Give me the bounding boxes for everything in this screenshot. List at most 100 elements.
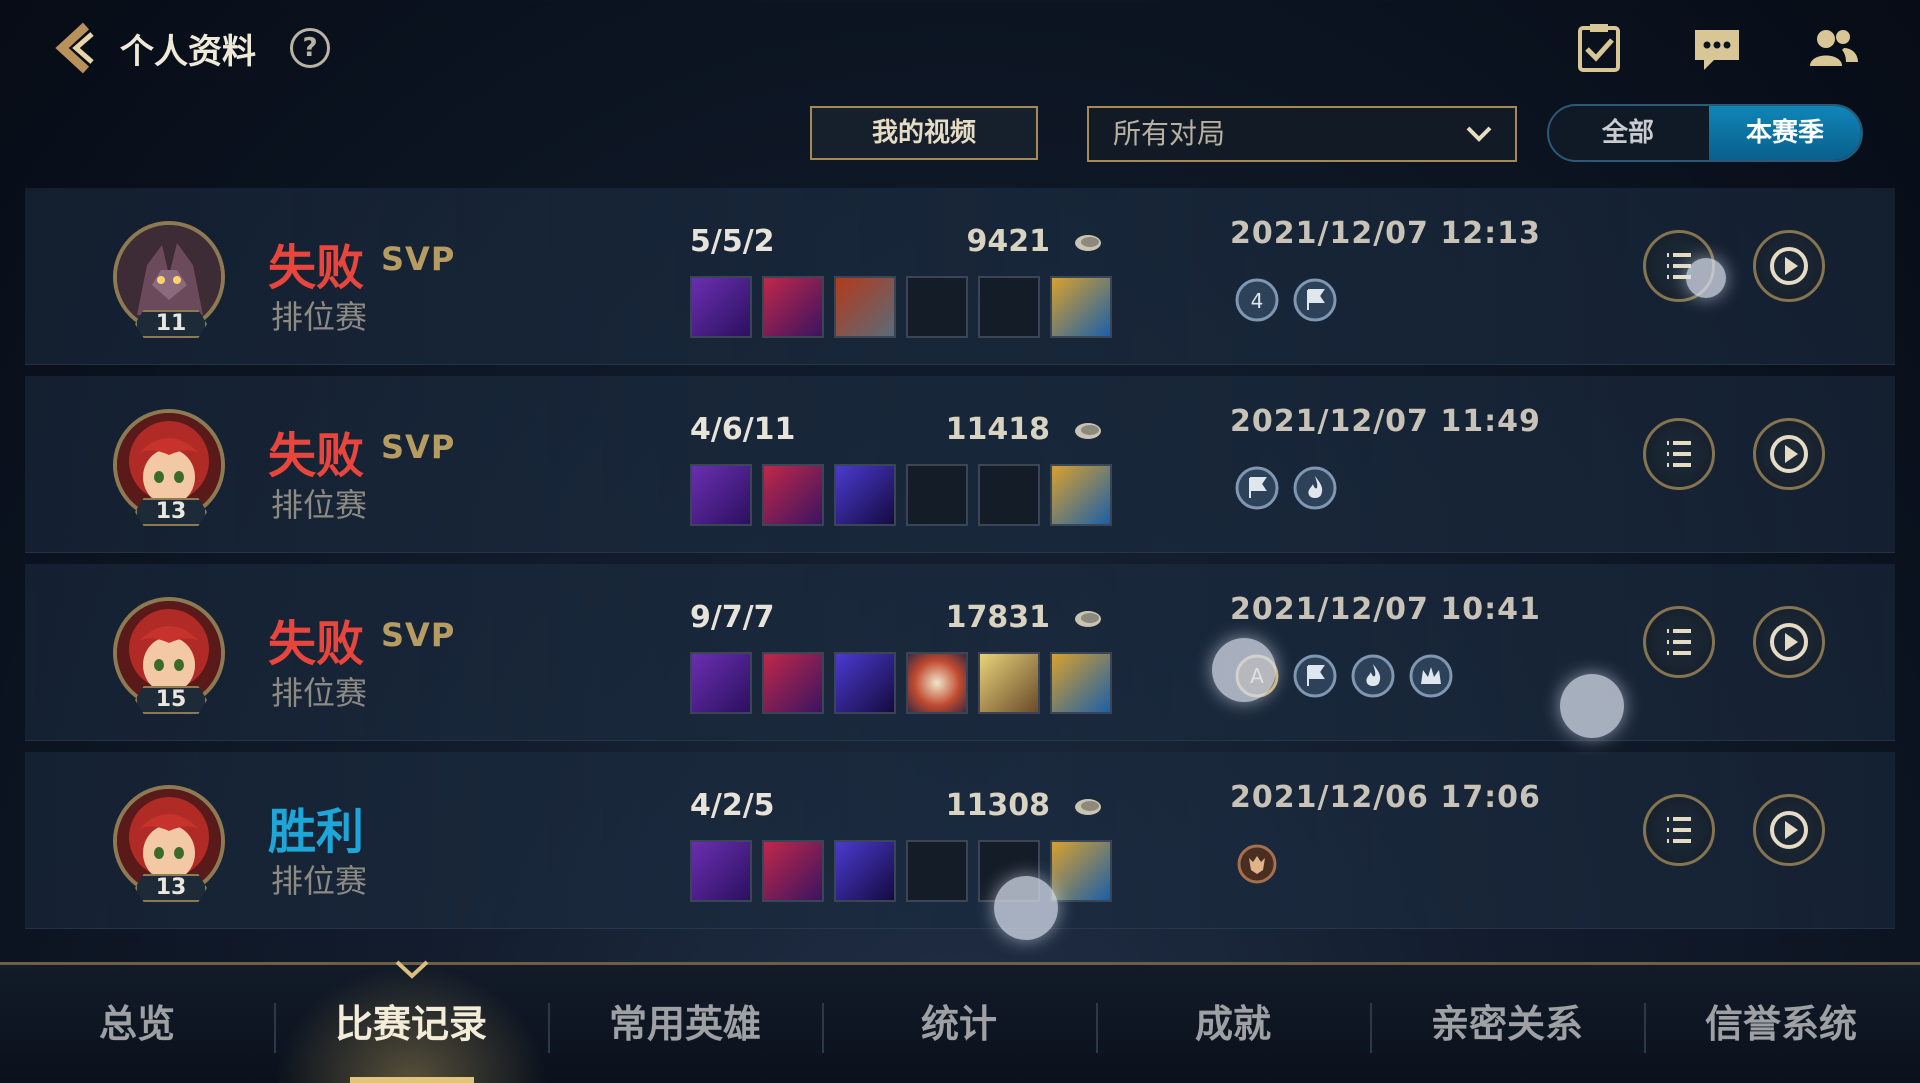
item-slot[interactable] [978,652,1040,714]
touch-indicator [1212,638,1276,702]
quadra-kill-icon: 4 [1235,278,1279,322]
tab-achievements[interactable]: 成就 [1096,993,1370,1048]
match-date: 2021/12/07 10:41 [1230,592,1541,627]
game-mode: 排位赛 [271,862,368,900]
tab-relationships[interactable]: 亲密关系 [1370,993,1644,1048]
match-date: 2021/12/07 12:13 [1230,216,1541,251]
item-slot[interactable] [834,464,896,526]
replay-icon [1770,623,1808,661]
chat-icon[interactable] [1690,22,1744,76]
replay-button[interactable] [1753,794,1825,866]
match-details-button[interactable] [1643,794,1715,866]
game-mode: 排位赛 [271,298,368,336]
match-details-button[interactable] [1643,606,1715,678]
replay-button[interactable] [1753,606,1825,678]
toggle-all[interactable]: 全部 [1549,106,1707,160]
active-tab-indicator-icon [395,960,429,979]
flame-icon [1293,466,1337,510]
champion-level: 13 [135,874,207,902]
item-slot-empty [978,276,1040,338]
item-slot-empty [906,840,968,902]
tab-match-history[interactable]: 比赛记录 [274,993,548,1048]
champion-level: 11 [135,310,207,338]
item-slot[interactable] [690,276,752,338]
item-slot[interactable] [762,840,824,902]
page-title: 个人资料 [120,32,256,72]
tab-favorite-champions[interactable]: 常用英雄 [548,993,822,1048]
item-slot[interactable] [762,652,824,714]
kda: 9/7/7 [690,600,775,635]
item-slot[interactable] [690,840,752,902]
item-slot[interactable] [906,652,968,714]
demon-icon [1237,844,1277,884]
gold-amount: 11308 [945,788,1050,823]
trinket-slot[interactable] [1050,652,1112,714]
svp-badge: SVP [381,428,456,466]
item-slot[interactable] [834,840,896,902]
replay-icon [1770,247,1808,285]
friends-icon[interactable] [1806,22,1860,76]
svp-badge: SVP [381,616,456,654]
active-tab-underline [350,1077,474,1083]
svg-text:4: 4 [1251,289,1264,313]
chevron-down-icon [1466,126,1492,142]
item-slot-empty [906,276,968,338]
match-row[interactable]: 13 失败 SVP 排位赛 4/6/11 11418 2021/12/07 11… [25,376,1895,553]
list-icon [1667,629,1691,655]
gold-amount: 9421 [966,224,1051,259]
svp-badge: SVP [381,240,456,278]
item-slot[interactable] [762,276,824,338]
match-date: 2021/12/07 11:49 [1230,404,1541,439]
list-icon [1667,441,1691,467]
game-mode: 排位赛 [271,486,368,524]
trinket-slot[interactable] [1050,840,1112,902]
replay-icon [1770,811,1808,849]
season-toggle: 全部 本赛季 [1547,104,1863,162]
match-list: 11 失败 SVP 排位赛 5/5/2 9421 2021/12/07 12:1… [25,188,1895,940]
gold-coin-icon [1075,423,1101,439]
checklist-icon[interactable] [1572,22,1626,76]
match-result: 失败 [268,240,365,296]
replay-icon [1770,435,1808,473]
kda: 4/2/5 [690,788,775,823]
bottom-tab-bar: 总览 比赛记录 常用英雄 统计 成就 亲密关系 信誉系统 [0,960,1920,1083]
flag-icon [1235,466,1279,510]
game-mode: 排位赛 [271,674,368,712]
toggle-this-season[interactable]: 本赛季 [1709,106,1861,160]
kda: 4/6/11 [690,412,796,447]
champion-level: 13 [135,498,207,526]
tab-statistics[interactable]: 统计 [822,993,1096,1048]
trinket-slot[interactable] [1050,464,1112,526]
match-date: 2021/12/06 17:06 [1230,780,1541,815]
gold-coin-icon [1075,611,1101,627]
replay-button[interactable] [1753,230,1825,302]
tab-overview[interactable]: 总览 [0,993,274,1048]
item-slot[interactable] [690,464,752,526]
back-arrow-icon[interactable] [48,20,104,76]
replay-button[interactable] [1753,418,1825,490]
item-slot-empty [978,464,1040,526]
match-filter-value: 所有对局 [1113,117,1226,150]
flame-icon [1351,654,1395,698]
gold-coin-icon [1075,799,1101,815]
item-slot[interactable] [690,652,752,714]
crown-icon [1409,654,1453,698]
gold-amount: 11418 [945,412,1050,447]
match-row[interactable]: 11 失败 SVP 排位赛 5/5/2 9421 2021/12/07 12:1… [25,188,1895,365]
list-icon [1667,817,1691,843]
help-icon[interactable]: ? [290,28,330,68]
item-slot[interactable] [834,652,896,714]
match-result: 胜利 [268,804,365,860]
flag-icon [1293,278,1337,322]
touch-indicator [1560,674,1624,738]
match-result: 失败 [268,616,365,672]
item-slot[interactable] [762,464,824,526]
gold-coin-icon [1075,235,1101,251]
my-videos-button[interactable]: 我的视频 [810,106,1038,160]
match-filter-dropdown[interactable]: 所有对局 [1087,106,1517,162]
trinket-slot[interactable] [1050,276,1112,338]
match-row[interactable]: 13 胜利 排位赛 4/2/5 11308 2021/12/06 17:06 [25,752,1895,929]
tab-honor-system[interactable]: 信誉系统 [1644,993,1918,1048]
item-slot[interactable] [834,276,896,338]
match-details-button[interactable] [1643,418,1715,490]
